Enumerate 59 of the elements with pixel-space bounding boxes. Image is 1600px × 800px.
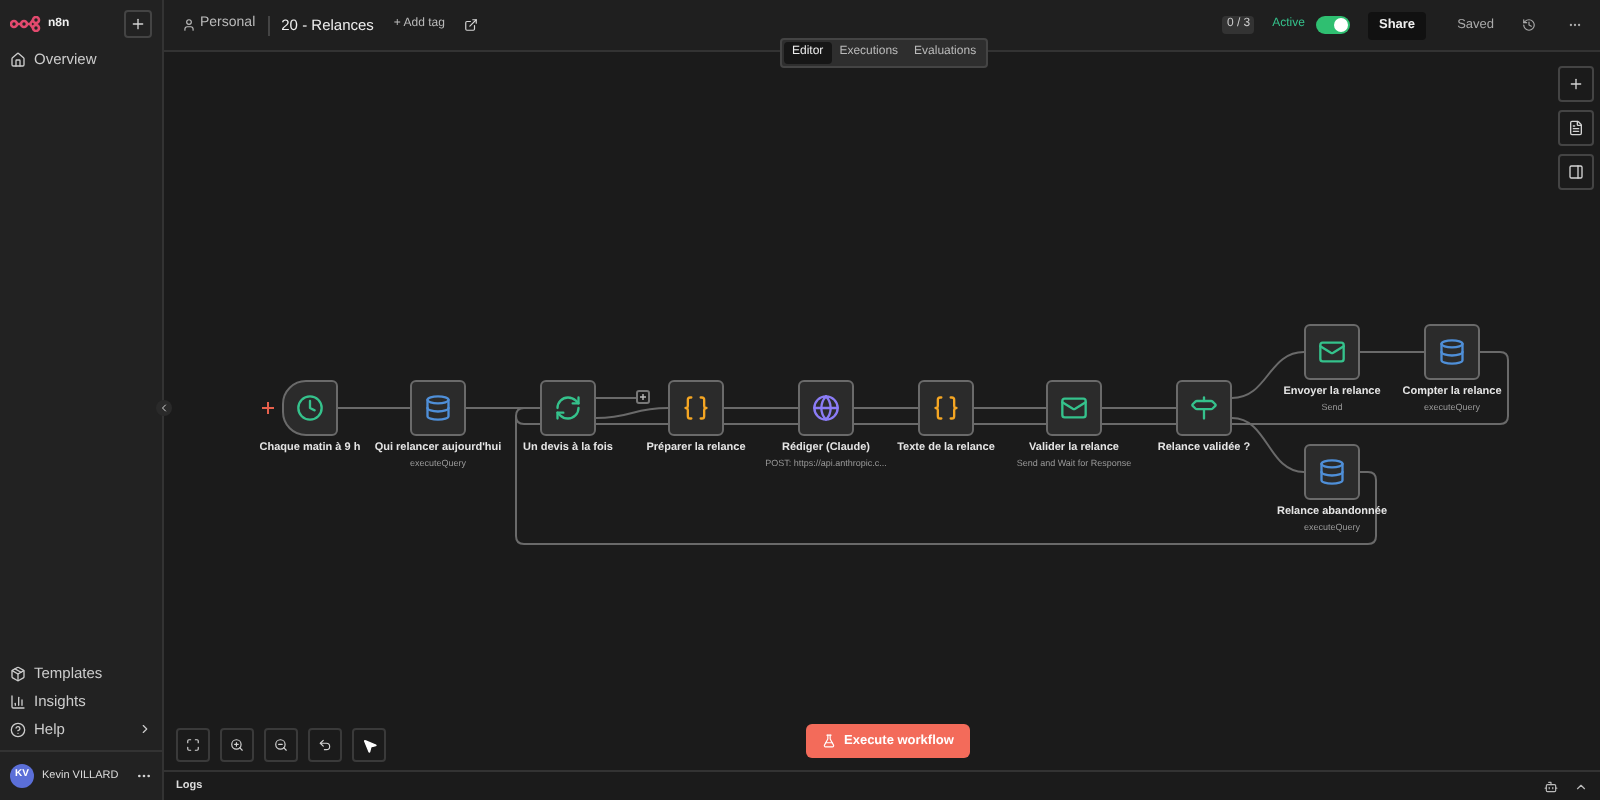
workflow-node[interactable] xyxy=(1424,324,1480,380)
external-link-icon[interactable] xyxy=(464,18,479,32)
zoom-out-button[interactable] xyxy=(264,728,298,762)
robot-icon[interactable] xyxy=(1544,779,1558,793)
envelope-icon xyxy=(1060,394,1088,422)
undo-icon xyxy=(318,738,332,752)
plus-icon[interactable] xyxy=(261,401,275,415)
plus-icon xyxy=(130,16,146,32)
globe-icon xyxy=(812,394,840,422)
database-icon xyxy=(1438,338,1466,366)
workflow-node[interactable] xyxy=(1046,380,1102,436)
flask-icon xyxy=(822,734,836,748)
add-button[interactable] xyxy=(124,10,152,38)
workflow-node[interactable] xyxy=(410,380,466,436)
workflow-node[interactable] xyxy=(668,380,724,436)
workflow-node[interactable] xyxy=(540,380,596,436)
workflow-node[interactable] xyxy=(1304,324,1360,380)
workflow-node[interactable] xyxy=(1304,444,1360,500)
user-icon xyxy=(182,18,196,32)
signpost-icon xyxy=(1190,394,1218,422)
panel-icon xyxy=(1568,164,1584,180)
add-node-icon[interactable] xyxy=(636,390,650,404)
braces-icon xyxy=(682,394,710,422)
chevron-up-icon[interactable] xyxy=(1574,779,1588,793)
help-icon xyxy=(10,721,26,737)
document-icon xyxy=(1568,120,1584,136)
pointer-button[interactable] xyxy=(352,728,386,762)
clock-icon xyxy=(296,394,324,422)
add-node-button[interactable] xyxy=(1558,66,1594,102)
workflow-node[interactable] xyxy=(282,380,338,436)
zoom-in-button[interactable] xyxy=(220,728,254,762)
chevron-right-icon xyxy=(138,722,152,736)
chart-icon xyxy=(10,693,26,709)
database-icon xyxy=(1318,458,1346,486)
chevron-left-icon xyxy=(158,402,170,414)
connection-line xyxy=(337,407,411,409)
sticky-note-button[interactable] xyxy=(1558,110,1594,146)
refresh-icon xyxy=(554,394,582,422)
envelope-icon xyxy=(1318,338,1346,366)
workflow-node[interactable] xyxy=(918,380,974,436)
undo-button[interactable] xyxy=(308,728,342,762)
workflow-node[interactable] xyxy=(1176,380,1232,436)
panel-button[interactable] xyxy=(1558,154,1594,190)
package-icon xyxy=(10,665,26,681)
history-icon[interactable] xyxy=(1522,18,1536,32)
collapse-sidebar-button[interactable] xyxy=(156,400,172,416)
fullscreen-icon xyxy=(186,738,200,752)
zoom-in-icon xyxy=(230,738,244,752)
more-icon[interactable] xyxy=(1568,18,1582,32)
active-toggle[interactable] xyxy=(1316,16,1351,34)
zoom-out-icon xyxy=(274,738,288,752)
workflow-node[interactable] xyxy=(798,380,854,436)
plus-icon xyxy=(1568,76,1584,92)
fit-view-button[interactable] xyxy=(176,728,210,762)
home-icon xyxy=(10,52,26,68)
database-icon xyxy=(424,394,452,422)
logo-icon xyxy=(10,16,42,32)
braces-icon xyxy=(932,394,960,422)
pointer-icon xyxy=(361,737,377,753)
